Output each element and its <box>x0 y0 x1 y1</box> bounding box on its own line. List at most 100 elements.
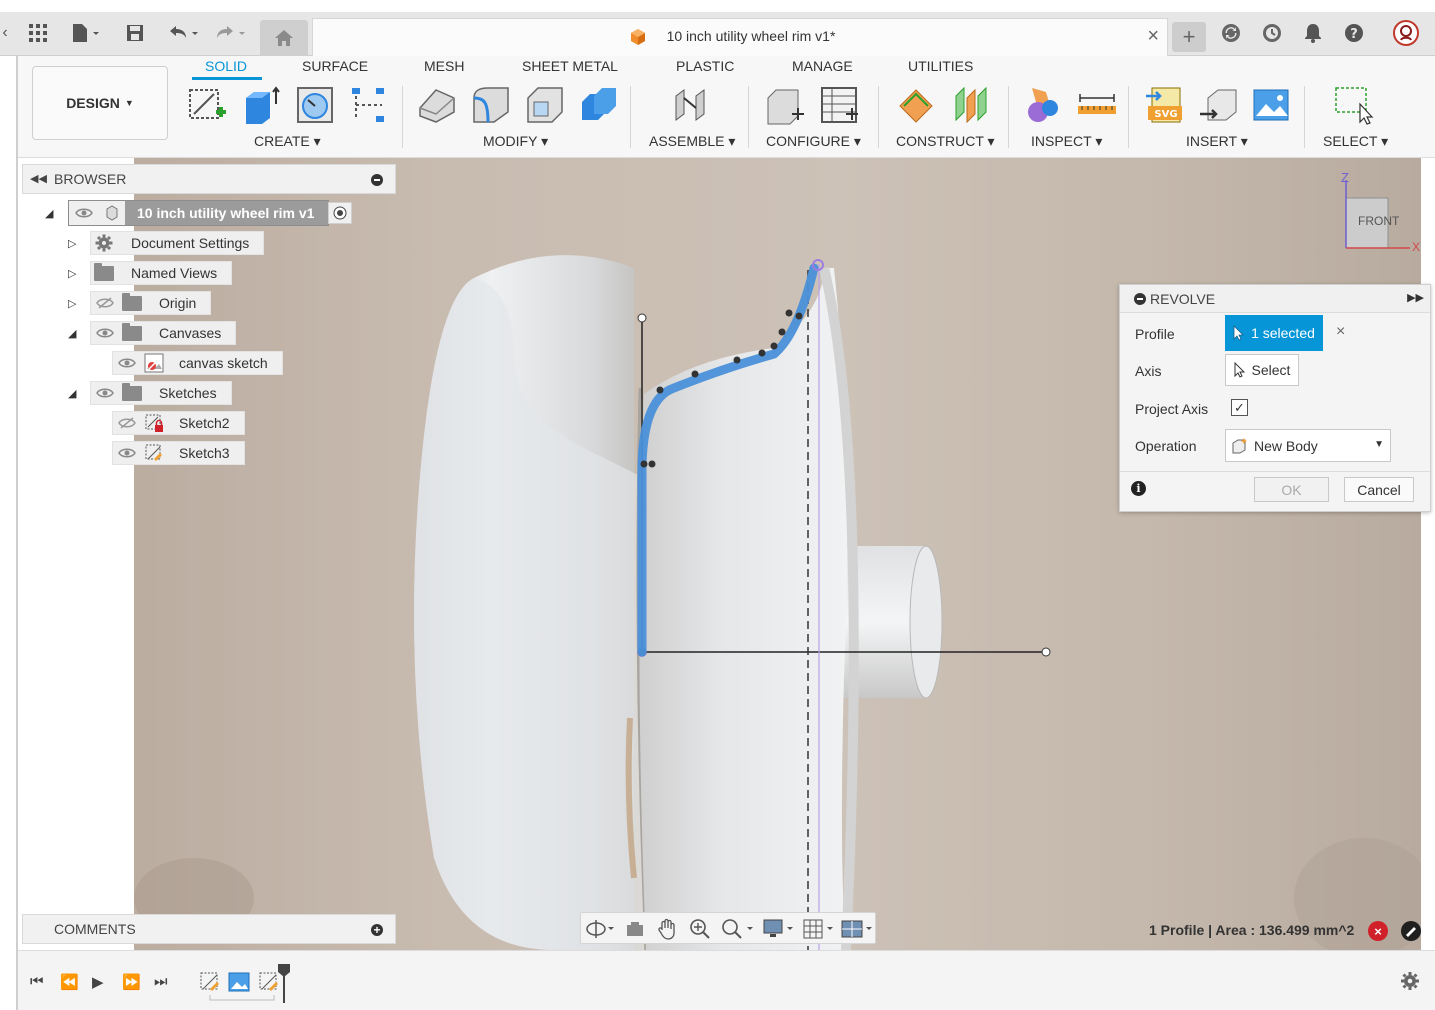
collapse-panel-icon[interactable]: ◀◀ <box>30 172 47 185</box>
info-icon[interactable]: i <box>1131 481 1146 496</box>
timeline-settings-gear-icon[interactable] <box>1400 971 1420 991</box>
home-tab[interactable] <box>260 20 308 56</box>
go-to-end-icon[interactable]: ⏭ <box>154 973 168 990</box>
eye-hidden-icon[interactable] <box>113 416 141 430</box>
tree-item-origin[interactable]: Origin <box>90 291 212 315</box>
tab-surface[interactable]: SURFACE <box>302 58 368 74</box>
measure-icon[interactable] <box>1076 84 1118 126</box>
extrude-icon[interactable] <box>240 84 282 126</box>
eye-icon[interactable] <box>113 356 141 370</box>
expand-arrow-open-icon[interactable]: ◢ <box>68 327 76 340</box>
pan-hand-icon[interactable] <box>657 918 677 940</box>
canvas-viewport[interactable]: FRONT Z X <box>134 158 1421 950</box>
timeline-canvas-icon[interactable] <box>228 971 250 993</box>
notifications-bell-icon[interactable] <box>1301 20 1325 46</box>
add-comment-icon[interactable]: + <box>371 924 383 936</box>
tab-sheet-metal[interactable]: SHEET METAL <box>522 58 618 74</box>
profile-selection-button[interactable]: 1 selected <box>1225 315 1323 351</box>
create-sketch-icon[interactable] <box>186 84 228 126</box>
expand-arrow-open-icon[interactable]: ◢ <box>68 387 76 400</box>
redo-icon[interactable] <box>212 20 250 46</box>
fillet-icon[interactable] <box>470 84 512 126</box>
timeline-sketch-icon[interactable] <box>199 971 221 993</box>
tab-manage[interactable]: MANAGE <box>792 58 853 74</box>
combine-icon[interactable] <box>578 84 620 126</box>
midplane-icon[interactable] <box>950 84 992 126</box>
tree-item-document-settings[interactable]: Document Settings <box>90 231 265 255</box>
tree-root-component[interactable]: 10 inch utility wheel rim v1 <box>68 200 330 226</box>
step-forward-icon[interactable]: ⏩ <box>122 973 141 991</box>
expand-arrow-open-icon[interactable]: ◢ <box>45 207 53 220</box>
tab-solid[interactable]: SOLID <box>205 58 247 74</box>
canvas-image-icon[interactable] <box>1250 84 1292 126</box>
clear-selection-icon[interactable]: × <box>1336 323 1345 341</box>
viewports-icon[interactable] <box>841 918 875 940</box>
tree-item-canvases[interactable]: Canvases <box>90 321 237 345</box>
configure-icon[interactable] <box>764 84 806 126</box>
expand-arrow-icon[interactable]: ▷ <box>68 237 76 250</box>
tree-item-named-views[interactable]: Named Views <box>90 261 233 285</box>
eye-icon[interactable] <box>91 326 119 340</box>
help-icon[interactable]: ? <box>1342 20 1366 46</box>
close-tab-icon[interactable]: × <box>1147 25 1159 48</box>
play-icon[interactable]: ▶ <box>92 973 104 991</box>
browser-header[interactable]: ◀◀ BROWSER <box>22 164 396 194</box>
group-construct[interactable]: CONSTRUCT ▾ <box>896 133 995 150</box>
tree-item-sketches[interactable]: Sketches <box>90 381 232 405</box>
operation-dropdown[interactable]: New Body ▼ <box>1225 429 1391 462</box>
minimize-dialog-icon[interactable] <box>1134 293 1146 305</box>
tree-item-sketch2[interactable]: Sketch2 <box>112 411 245 435</box>
group-modify[interactable]: MODIFY ▾ <box>483 133 548 150</box>
file-menu-icon[interactable] <box>68 20 104 46</box>
axis-select-button[interactable]: Select <box>1225 354 1299 386</box>
expand-dialog-icon[interactable]: ▶▶ <box>1407 291 1424 304</box>
eye-hidden-icon[interactable] <box>91 296 119 310</box>
tree-item-sketch3[interactable]: Sketch3 <box>112 441 245 465</box>
minimize-panel-icon[interactable] <box>371 174 383 186</box>
offset-plane-icon[interactable] <box>896 84 938 126</box>
group-assemble[interactable]: ASSEMBLE ▾ <box>649 133 735 150</box>
press-pull-icon[interactable] <box>416 84 458 126</box>
revolve-dialog-header[interactable]: REVOLVE ▶▶ <box>1120 285 1430 313</box>
chevron-left-icon[interactable]: ‹ <box>0 20 10 46</box>
eye-icon[interactable] <box>69 201 99 225</box>
ok-button[interactable]: OK <box>1254 477 1329 502</box>
insert-svg-icon[interactable]: SVG <box>1144 84 1186 126</box>
tab-plastic[interactable]: PLASTIC <box>676 58 734 74</box>
activate-radio-icon[interactable] <box>328 202 352 224</box>
go-to-start-icon[interactable]: ⏮ <box>30 973 44 990</box>
step-back-icon[interactable]: ⏪ <box>60 973 79 991</box>
joint-icon[interactable] <box>670 84 712 126</box>
display-settings-icon[interactable] <box>763 918 797 940</box>
eye-icon[interactable] <box>113 446 141 460</box>
mesh-status-icon[interactable] <box>1401 921 1421 941</box>
group-create[interactable]: CREATE ▾ <box>254 133 321 150</box>
cancel-button[interactable]: Cancel <box>1344 477 1414 502</box>
view-cube-face-label[interactable]: FRONT <box>1358 214 1399 228</box>
user-avatar[interactable] <box>1392 20 1420 46</box>
tree-item-canvas-sketch[interactable]: canvas sketch <box>112 351 283 375</box>
pattern-icon[interactable] <box>348 84 390 126</box>
revolve-icon[interactable] <box>294 84 336 126</box>
undo-icon[interactable] <box>166 20 202 46</box>
group-configure[interactable]: CONFIGURE ▾ <box>766 133 861 150</box>
new-tab-button[interactable]: + <box>1172 22 1206 52</box>
tab-mesh[interactable]: MESH <box>424 58 464 74</box>
zoom-window-icon[interactable] <box>721 918 755 940</box>
eye-icon[interactable] <box>91 386 119 400</box>
job-status-icon[interactable] <box>1260 20 1284 46</box>
look-at-icon[interactable] <box>625 919 645 939</box>
grid-settings-icon[interactable] <box>803 918 837 940</box>
comments-panel[interactable]: COMMENTS + <box>22 914 396 944</box>
expand-arrow-icon[interactable]: ▷ <box>68 297 76 310</box>
group-select[interactable]: SELECT ▾ <box>1323 133 1388 150</box>
group-inspect[interactable]: INSPECT ▾ <box>1031 133 1102 150</box>
timeline-marker-icon[interactable] <box>277 963 291 1005</box>
configuration-table-icon[interactable] <box>818 84 860 126</box>
zoom-icon[interactable] <box>689 918 711 940</box>
apps-grid-icon[interactable] <box>26 20 50 46</box>
group-insert[interactable]: INSERT ▾ <box>1186 133 1248 150</box>
shell-icon[interactable] <box>524 84 566 126</box>
interference-icon[interactable] <box>1022 84 1064 126</box>
project-axis-checkbox[interactable]: ✓ <box>1231 399 1248 416</box>
